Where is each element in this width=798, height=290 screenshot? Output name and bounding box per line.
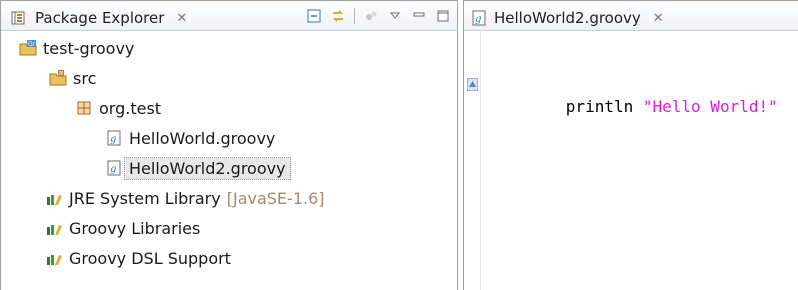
library-icon [45, 189, 63, 207]
tree-item-groovy-libraries[interactable]: Groovy Libraries [45, 213, 200, 243]
svg-text:g: g [110, 134, 116, 145]
close-icon[interactable]: ✕ [653, 11, 664, 26]
groovy-project-icon: Gr [19, 39, 37, 57]
tree-item-org-test[interactable]: org.test [75, 93, 161, 123]
package-explorer-tab[interactable]: Package Explorer ✕ [5, 5, 195, 31]
library-icon [45, 249, 63, 267]
svg-text:g: g [110, 164, 116, 175]
code-line[interactable]: println "Hello World!" [508, 78, 778, 135]
current-line-marker-icon [466, 76, 479, 92]
groovy-file-icon: g [105, 129, 123, 147]
maximize-icon[interactable] [435, 8, 451, 24]
svg-text:Gr: Gr [28, 41, 36, 48]
focus-icon[interactable] [363, 8, 379, 24]
package-explorer-view: Package Explorer ✕ Gr test-groovy src or… [0, 0, 458, 290]
minimize-icon[interactable] [411, 8, 427, 24]
groovy-file-icon: g [105, 159, 123, 177]
tree-item-label: org.test [99, 98, 162, 118]
link-with-editor-icon[interactable] [330, 8, 346, 24]
editor-tab-helloworld2[interactable]: g HelloWorld2.groovy ✕ [470, 5, 664, 31]
code-keyword: println [565, 97, 634, 116]
tree-item-label: HelloWorld2.groovy [124, 156, 291, 180]
editor-view: g HelloWorld2.groovy ✕ println "Hello Wo… [463, 0, 798, 290]
package-explorer-icon [11, 9, 29, 27]
view-menu-icon[interactable] [387, 8, 403, 24]
tree-item-label: test-groovy [43, 38, 135, 58]
close-icon[interactable]: ✕ [176, 11, 187, 26]
library-icon [45, 219, 63, 237]
editor-header: g HelloWorld2.groovy ✕ [464, 1, 798, 31]
code-editor[interactable]: println "Hello World!" [482, 32, 798, 290]
tree-item-label: Groovy Libraries [69, 218, 201, 238]
svg-text:g: g [475, 14, 481, 25]
toolbar-separator [354, 8, 355, 24]
package-explorer-header: Package Explorer ✕ [1, 1, 457, 31]
package-explorer-toolbar [306, 7, 451, 25]
editor-tab-title: HelloWorld2.groovy [494, 9, 641, 27]
tree-item-helloworld-groovy[interactable]: g HelloWorld.groovy [105, 123, 275, 153]
groovy-file-icon: g [470, 9, 488, 27]
tree-item-label: Groovy DSL Support [69, 248, 231, 268]
tree-item-label: src [73, 68, 97, 88]
source-folder-icon [49, 69, 67, 87]
tree-item-src[interactable]: src [49, 63, 96, 93]
code-string: "Hello World!" [642, 97, 778, 116]
jre-version-decoration: [JavaSE-1.6] [226, 188, 325, 208]
tree-item-test-groovy[interactable]: Gr test-groovy [19, 33, 134, 63]
tree-item-label: JRE System Library [69, 188, 221, 208]
package-explorer-title: Package Explorer [35, 9, 165, 27]
collapse-all-icon[interactable] [306, 8, 322, 24]
tree-item-jre-system-library[interactable]: JRE System Library [JavaSE-1.6] [45, 183, 325, 213]
package-icon [75, 99, 93, 117]
tree-item-groovy-dsl-support[interactable]: Groovy DSL Support [45, 243, 231, 273]
tree-item-helloworld2-groovy[interactable]: g HelloWorld2.groovy [105, 153, 291, 183]
tree-item-label: HelloWorld.groovy [129, 128, 276, 148]
editor-gutter[interactable] [464, 32, 481, 290]
